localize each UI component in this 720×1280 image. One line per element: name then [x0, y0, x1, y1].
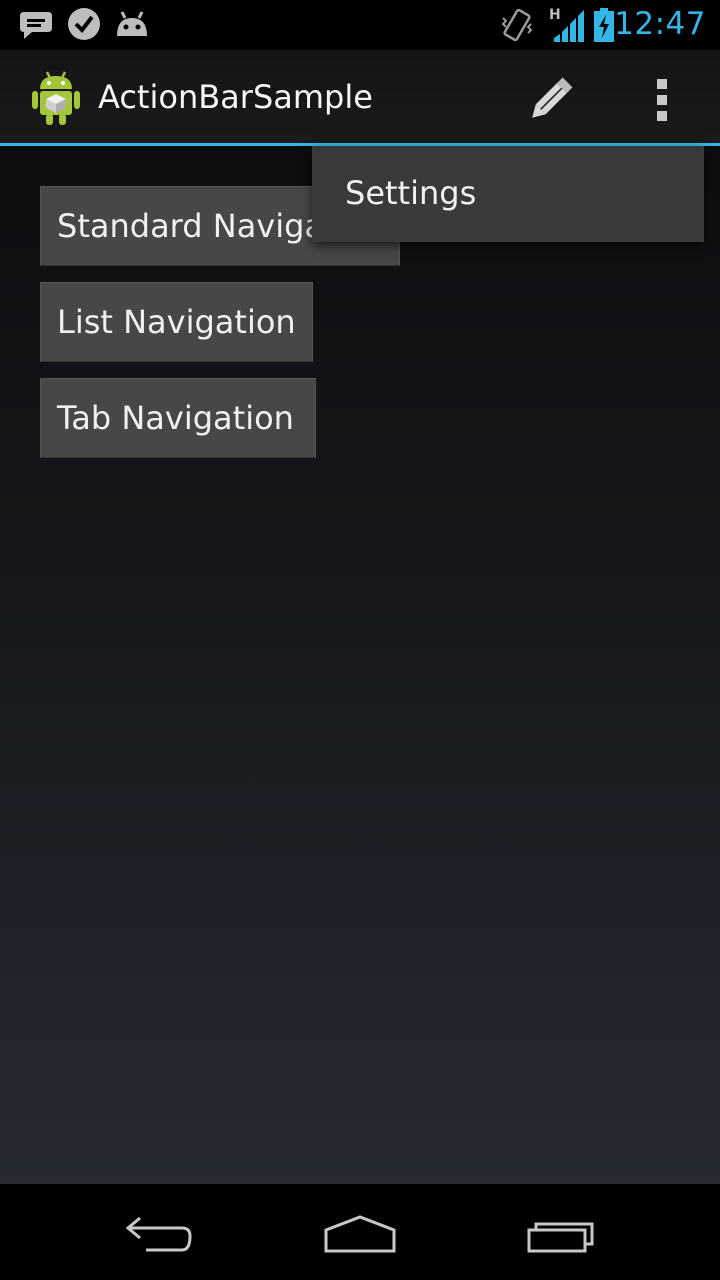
recent-apps-icon[interactable] — [526, 1216, 598, 1254]
android-app-icon[interactable] — [30, 70, 82, 126]
chat-notification-icon — [20, 12, 52, 39]
overflow-menu-popup: Settings — [312, 146, 704, 242]
signal-icon — [554, 10, 584, 42]
overflow-menu-icon[interactable] — [640, 75, 686, 125]
tab-navigation-button[interactable]: Tab Navigation — [40, 378, 316, 458]
back-icon[interactable] — [124, 1214, 196, 1254]
clock: 12:47 — [614, 6, 706, 42]
action-bar: ActionBarSample — [0, 50, 720, 146]
list-navigation-button[interactable]: List Navigation — [40, 282, 313, 362]
vibrate-icon — [501, 8, 533, 42]
battery-charging-icon — [594, 8, 614, 42]
menu-item-settings[interactable]: Settings — [345, 174, 476, 212]
status-bar: H 12:47 — [0, 0, 720, 50]
pencil-edit-icon[interactable] — [522, 70, 582, 126]
android-debug-icon — [117, 11, 147, 36]
main-content: Standard Navigation List Navigation Tab … — [0, 146, 720, 1184]
home-icon[interactable] — [322, 1214, 398, 1254]
task-check-icon — [68, 8, 100, 40]
app-title: ActionBarSample — [98, 78, 373, 116]
navigation-bar — [0, 1184, 720, 1280]
